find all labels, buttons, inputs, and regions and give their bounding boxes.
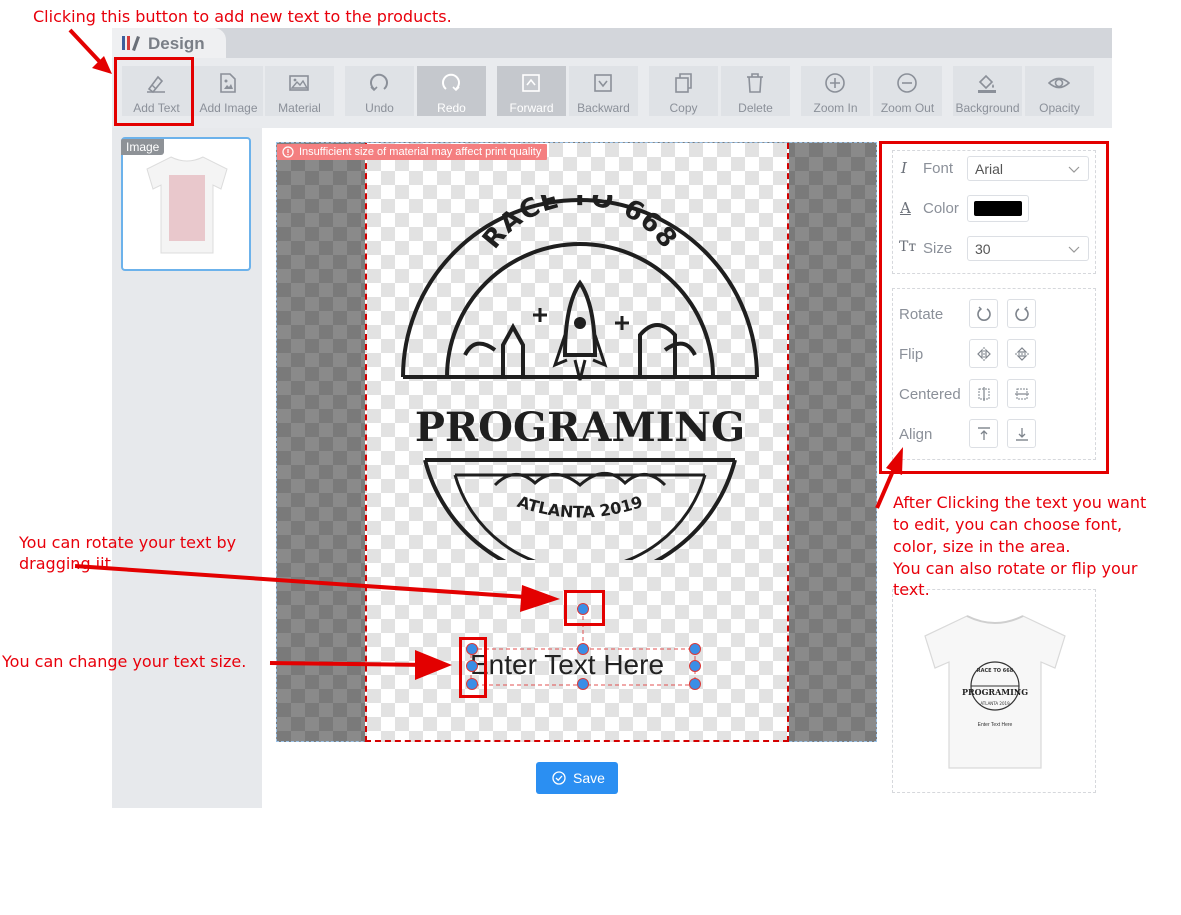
preview-text: Enter Text Here: [978, 722, 1013, 728]
opacity-icon: [1048, 77, 1070, 89]
delete-label: Delete: [738, 101, 773, 115]
resize-handle-right[interactable]: [689, 660, 701, 672]
svg-text:ATLANTA 2019: ATLANTA 2019: [515, 492, 645, 522]
add-image-label: Add Image: [199, 101, 258, 115]
tab-title: Design: [148, 34, 205, 53]
annotation-panel-line1: After Clicking the text you want: [893, 493, 1147, 512]
undo-label: Undo: [365, 101, 394, 115]
quality-warning: Insufficient size of material may affect…: [277, 144, 548, 160]
annotation-panel-line3: color, size in the area.: [893, 537, 1071, 556]
redo-button[interactable]: Redo: [417, 66, 486, 116]
redo-label: Redo: [437, 101, 466, 115]
copy-icon: [675, 73, 692, 93]
zoom-out-icon: [897, 73, 917, 93]
product-preview: RACE TO 668 PROGRAMING ATLANTA 2019 Ente…: [892, 589, 1096, 793]
highlight-add-text: [114, 57, 194, 126]
add-image-icon: [220, 73, 236, 93]
check-circle-icon: [552, 771, 566, 785]
highlight-rotate-handle: [564, 590, 605, 626]
resize-handle-top[interactable]: [577, 643, 589, 655]
highlight-resize-handles: [459, 637, 487, 698]
badge-bottom-arc-text: ATLANTA 2019: [515, 492, 645, 522]
badge-design[interactable]: RACE TO 668 PROGRAMING ATLANTA 2019: [395, 195, 765, 560]
preview-bottom-arc-text: ATLANTA 2019: [980, 701, 1010, 706]
thumbnail-badge: Image: [121, 139, 165, 155]
copy-label: Copy: [669, 101, 698, 115]
delete-icon: [747, 73, 763, 93]
annotation-size: You can change your text size.: [2, 652, 247, 671]
zoom-out-button[interactable]: Zoom Out: [873, 66, 942, 116]
product-thumbnail[interactable]: [121, 137, 251, 271]
badge-main-word: PROGRAMING: [415, 404, 745, 451]
preview-main-word: PROGRAMING: [962, 687, 1028, 697]
forward-label: Forward: [509, 101, 554, 115]
backward-label: Backward: [577, 101, 630, 115]
forward-button[interactable]: Forward: [497, 66, 566, 116]
resize-handle-bottom[interactable]: [577, 678, 589, 690]
backward-icon: [594, 74, 612, 92]
annotation-panel-line2: to edit, you can choose font,: [893, 515, 1123, 534]
annotation-rotate-line2: dragging iit: [19, 554, 111, 573]
text-object[interactable]: Enter Text Here: [470, 647, 664, 683]
material-button[interactable]: Material: [265, 66, 334, 116]
background-icon: [978, 74, 996, 93]
material-label: Material: [278, 101, 321, 115]
forward-icon: [522, 74, 540, 92]
design-tab-icon: [122, 36, 140, 51]
warning-icon: [282, 146, 294, 158]
resize-handle-top-right[interactable]: [689, 643, 701, 655]
highlight-property-panel: [879, 141, 1109, 474]
undo-button[interactable]: Undo: [345, 66, 414, 116]
backward-button[interactable]: Backward: [569, 66, 638, 116]
tab-bar: [112, 28, 1112, 58]
save-button[interactable]: Save: [536, 762, 618, 794]
redo-icon: [442, 73, 460, 92]
undo-icon: [370, 73, 388, 92]
opacity-label: Opacity: [1039, 101, 1080, 115]
zoom-out-label: Zoom Out: [880, 101, 935, 115]
annotation-panel-line5: text.: [893, 580, 930, 599]
annotation-add-text: Clicking this button to add new text to …: [33, 7, 452, 26]
save-label: Save: [573, 770, 605, 786]
tshirt-preview-image: RACE TO 668 PROGRAMING ATLANTA 2019 Ente…: [924, 615, 1066, 769]
background-button[interactable]: Background: [953, 66, 1022, 116]
zoom-in-button[interactable]: Zoom In: [801, 66, 870, 116]
annotation-rotate-line1: You can rotate your text by: [19, 533, 237, 552]
annotation-panel-line4: You can also rotate or flip your: [893, 559, 1138, 578]
add-image-button[interactable]: Add Image: [194, 66, 263, 116]
material-icon: [289, 75, 309, 91]
delete-button[interactable]: Delete: [721, 66, 790, 116]
zoom-in-label: Zoom In: [813, 101, 858, 115]
resize-handle-bottom-right[interactable]: [689, 678, 701, 690]
zoom-in-icon: [825, 73, 845, 93]
tshirt-thumbnail-image: [146, 156, 228, 254]
opacity-button[interactable]: Opacity: [1025, 66, 1094, 116]
copy-button[interactable]: Copy: [649, 66, 718, 116]
preview-top-arc-text: RACE TO 668: [977, 668, 1014, 674]
background-label: Background: [955, 101, 1020, 115]
